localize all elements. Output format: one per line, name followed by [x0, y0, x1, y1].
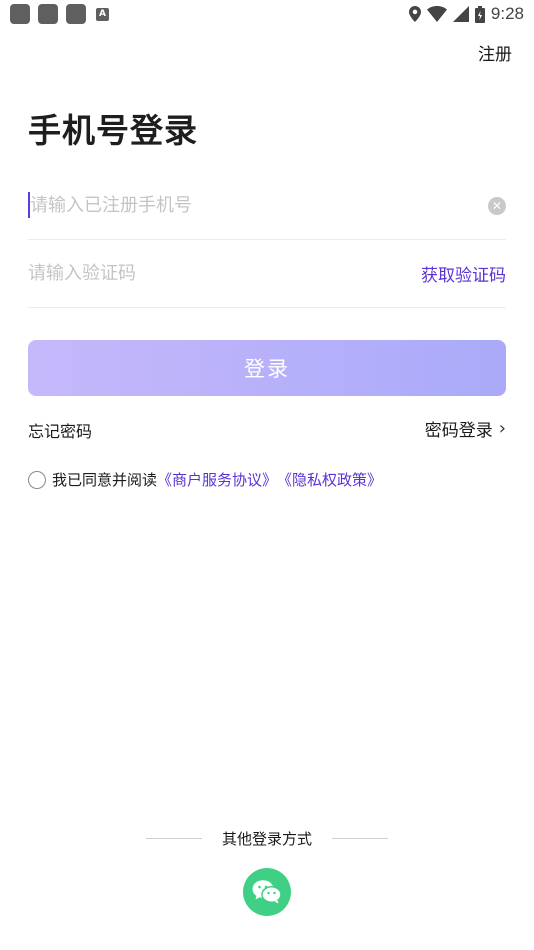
chevron-right-icon: ›	[498, 418, 506, 439]
password-login-label: 密码登录	[424, 421, 493, 441]
agreement-checkbox[interactable]	[28, 470, 46, 489]
page-title: 手机号登录	[28, 111, 198, 150]
wifi-icon	[426, 6, 447, 22]
clear-icon[interactable]: ✕	[488, 196, 506, 215]
battery-icon	[474, 5, 485, 23]
status-time: 9:28	[490, 4, 524, 23]
forgot-password-link[interactable]: 忘记密码	[28, 418, 92, 442]
signal-icon	[452, 6, 469, 22]
login-button[interactable]: 登录	[28, 340, 506, 396]
password-login-link[interactable]: 密码登录 ›	[425, 416, 506, 441]
other-login-methods: 其他登录方式	[0, 828, 534, 849]
register-link[interactable]: 注册	[478, 40, 512, 65]
code-field: 获取验证码	[28, 240, 506, 308]
agreement-row: 我已同意并阅读 《商户服务协议》 《隐私权政策》	[28, 469, 382, 490]
login-page: A 9:28 注册 手机号登录 ✕ 获取验证码	[0, 0, 534, 950]
phone-field: ✕	[28, 172, 506, 240]
status-bar-notifications: A	[10, 4, 109, 24]
notification-icon	[10, 4, 30, 24]
wechat-icon	[252, 880, 282, 904]
location-icon	[408, 6, 421, 22]
wechat-login-button[interactable]	[243, 868, 291, 916]
privacy-policy-link[interactable]: 《隐私权政策》	[277, 469, 382, 490]
status-bar: A 9:28	[0, 0, 534, 28]
phone-input[interactable]	[28, 195, 408, 216]
notification-icon	[38, 4, 58, 24]
a-notification-icon: A	[96, 7, 109, 21]
agreement-text: 我已同意并阅读	[52, 471, 158, 489]
text-caret	[28, 192, 30, 218]
other-login-label: 其他登录方式	[221, 830, 312, 848]
divider	[332, 838, 388, 839]
service-agreement-link[interactable]: 《商户服务协议》	[157, 469, 277, 490]
notification-icon	[66, 4, 86, 24]
status-bar-system: 9:28	[408, 4, 524, 24]
divider	[145, 838, 202, 839]
get-code-button[interactable]: 获取验证码	[421, 261, 506, 286]
verification-code-input[interactable]	[28, 263, 408, 284]
